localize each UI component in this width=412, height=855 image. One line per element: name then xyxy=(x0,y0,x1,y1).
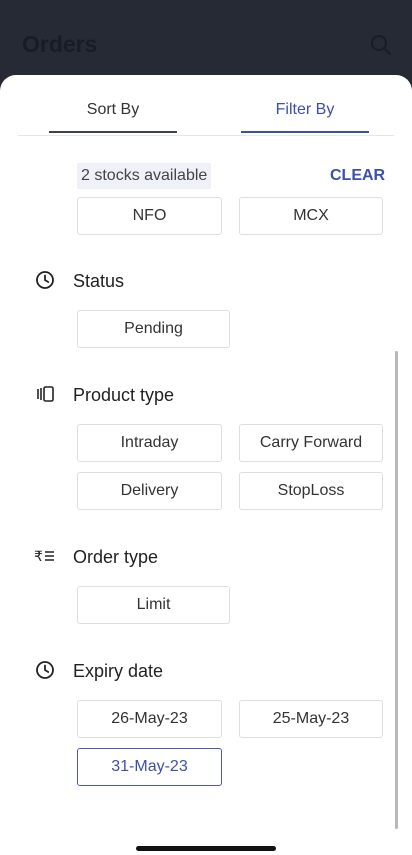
product-chip-stoploss[interactable]: StopLoss xyxy=(239,472,383,510)
page-title: Orders xyxy=(22,31,98,57)
expiry-chip-31-may-23[interactable]: 31-May-23 xyxy=(77,748,222,786)
tab-sort-by-underline xyxy=(49,131,177,133)
exchange-chip-mcx[interactable]: MCX xyxy=(239,197,383,235)
expiry-chip-26-may-23[interactable]: 26-May-23 xyxy=(77,700,222,738)
filter-bottom-sheet: Sort By Filter By 2 stocks available CLE… xyxy=(0,75,412,855)
order-type-title: Order type xyxy=(73,547,159,567)
scrollbar[interactable] xyxy=(395,351,398,829)
clock-icon xyxy=(36,271,54,289)
clock-icon xyxy=(36,661,54,679)
orders-header: Orders xyxy=(0,0,412,80)
product-type-title: Product type xyxy=(73,385,175,405)
tab-bar: Sort By Filter By xyxy=(18,75,394,136)
status-title: Status xyxy=(73,271,125,291)
tab-sort-by[interactable]: Sort By xyxy=(49,101,177,119)
home-indicator[interactable] xyxy=(136,846,276,851)
expiry-date-title: Expiry date xyxy=(73,661,164,681)
svg-text:₹: ₹ xyxy=(34,549,43,565)
expiry-chip-25-may-23[interactable]: 25-May-23 xyxy=(239,700,383,738)
tab-filter-by[interactable]: Filter By xyxy=(241,101,369,119)
search-icon[interactable] xyxy=(370,34,392,56)
product-chip-delivery[interactable]: Delivery xyxy=(77,472,222,510)
status-chip-pending[interactable]: Pending xyxy=(77,310,230,348)
clear-button[interactable]: CLEAR xyxy=(330,167,385,185)
exchange-chip-nfo[interactable]: NFO xyxy=(77,197,222,235)
rupee-list-icon: ₹ xyxy=(34,549,54,565)
product-chip-carry-forward[interactable]: Carry Forward xyxy=(239,424,383,462)
order-type-chip-limit[interactable]: Limit xyxy=(77,586,230,624)
stocks-available-badge: 2 stocks available xyxy=(77,163,212,189)
tab-filter-by-underline xyxy=(241,131,369,133)
product-type-icon xyxy=(37,386,54,402)
product-chip-intraday[interactable]: Intraday xyxy=(77,424,222,462)
